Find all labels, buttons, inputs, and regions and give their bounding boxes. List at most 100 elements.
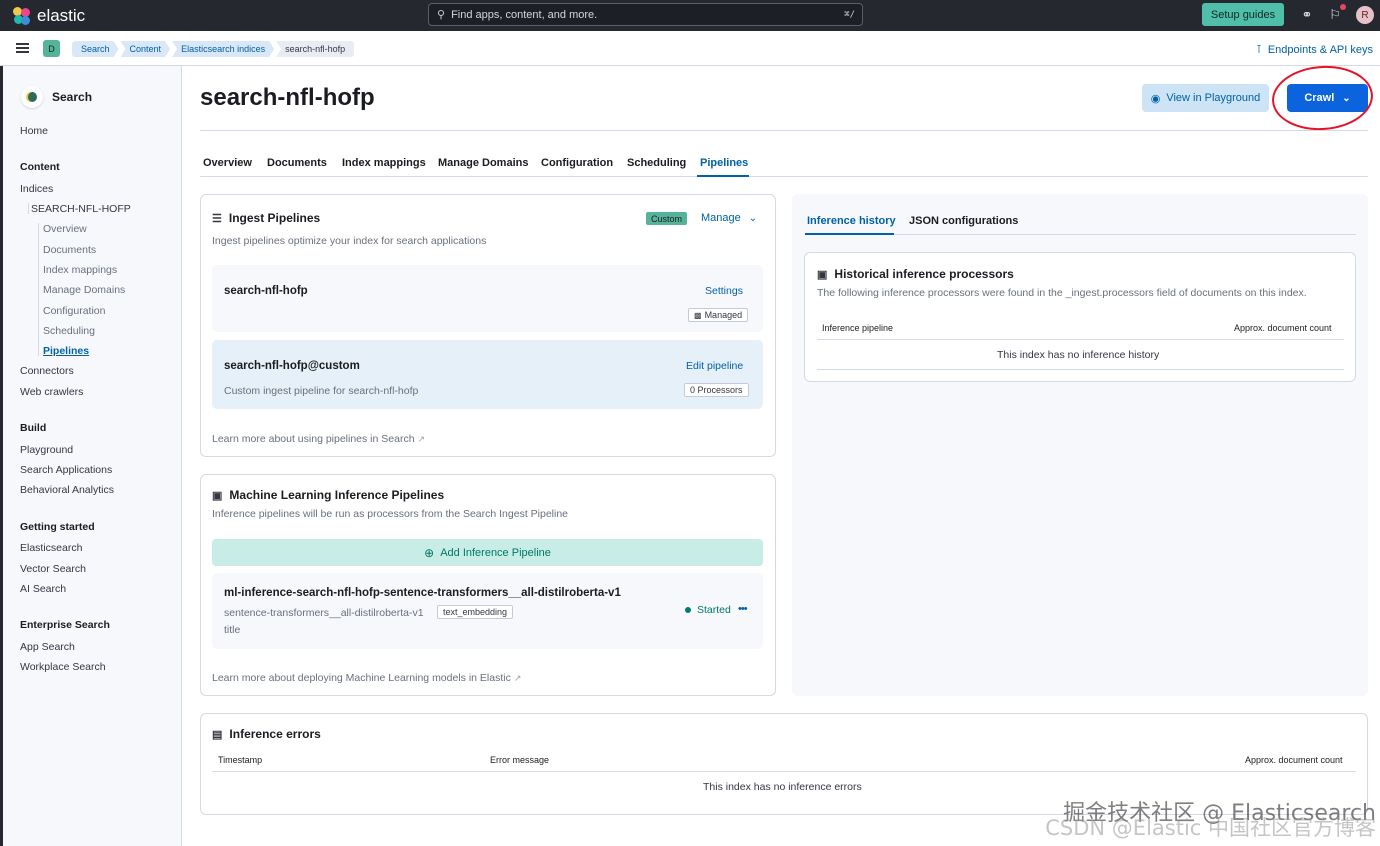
tab-manage-domains[interactable]: Manage Domains xyxy=(438,157,528,169)
nav-connectors[interactable]: Connectors xyxy=(20,365,74,377)
pipeline-settings-link[interactable]: Settings xyxy=(705,285,743,297)
global-search-input[interactable]: ⚲ Find apps, content, and more. ⌘/ xyxy=(428,3,863,26)
side-nav-title-text: Search xyxy=(52,90,93,104)
nav-playground[interactable]: Playground xyxy=(20,444,73,456)
inference-errors-title-text: Inference errors xyxy=(229,727,321,741)
notification-dot xyxy=(1340,4,1346,10)
space-avatar[interactable]: D xyxy=(43,40,60,57)
annotation-circle xyxy=(1269,62,1376,134)
watermark-csdn: CSDN @Elastic 中国社区官方博客 xyxy=(1045,816,1376,840)
edit-pipeline-link[interactable]: Edit pipeline xyxy=(686,360,743,372)
active-tab-indicator xyxy=(805,233,894,235)
search-placeholder: Find apps, content, and more. xyxy=(451,8,598,21)
tab-index-mappings[interactable]: Index mappings xyxy=(342,157,426,169)
nav-index-configuration[interactable]: Configuration xyxy=(43,305,105,317)
column-header-doc-count[interactable]: Approx. document count xyxy=(1234,323,1332,333)
nav-app-search[interactable]: App Search xyxy=(20,641,75,653)
nav-index-name[interactable]: SEARCH-NFL-HOFP xyxy=(31,203,131,215)
nav-web-crawlers[interactable]: Web crawlers xyxy=(20,386,83,398)
nav-index-scheduling[interactable]: Scheduling xyxy=(43,325,95,337)
nav-workplace-search[interactable]: Workplace Search xyxy=(20,661,106,673)
nav-ai-search[interactable]: AI Search xyxy=(20,583,66,595)
chip-icon: ▣ xyxy=(212,489,223,502)
nav-heading-build: Build xyxy=(20,422,47,434)
view-in-playground-button[interactable]: ◉ View in Playground xyxy=(1142,84,1269,112)
learn-more-ml-link[interactable]: Learn more about deploying Machine Learn… xyxy=(212,672,521,684)
pipeline-icon: ☰ xyxy=(212,212,222,225)
inference-errors-title: ▤ Inference errors xyxy=(212,727,321,741)
tab-json-configurations[interactable]: JSON configurations xyxy=(909,215,1018,227)
nav-index-pipelines[interactable]: Pipelines xyxy=(43,345,89,357)
nav-index-documents[interactable]: Documents xyxy=(43,244,96,256)
nav-indices[interactable]: Indices xyxy=(20,183,53,195)
brand-name: elastic xyxy=(37,5,86,25)
nav-index-manage-domains[interactable]: Manage Domains xyxy=(43,284,125,296)
search-solution-icon xyxy=(21,86,43,108)
tab-pipelines[interactable]: Pipelines xyxy=(700,157,748,169)
endpoints-label: Endpoints & API keys xyxy=(1267,43,1373,56)
search-shortcut: ⌘/ xyxy=(844,9,855,20)
table-header-rule xyxy=(212,771,1356,772)
tree-line xyxy=(28,203,29,214)
column-header-doc-count[interactable]: Approx. document count xyxy=(1245,755,1343,765)
manage-dropdown[interactable]: Manage ⌄ xyxy=(701,212,757,224)
chip-icon: ▣ xyxy=(817,268,828,281)
tree-line xyxy=(38,223,39,356)
ml-inference-title-text: Machine Learning Inference Pipelines xyxy=(229,488,445,502)
divider xyxy=(200,130,1368,131)
inference-pipeline-name[interactable]: ml-inference-search-nfl-hofp-sentence-tr… xyxy=(224,587,621,599)
help-icon[interactable]: ⚭ xyxy=(1299,7,1315,23)
nav-heading-getting-started: Getting started xyxy=(20,521,95,533)
page-title: search-nfl-hofp xyxy=(200,84,375,111)
external-link-icon: ↗ xyxy=(513,673,522,683)
more-actions-icon[interactable]: ••• xyxy=(738,603,748,615)
eye-icon: ◉ xyxy=(1150,92,1161,105)
plus-circle-icon: ⊕ xyxy=(424,545,435,560)
lock-icon: ▩ xyxy=(694,310,702,320)
managed-badge: ▩ Managed xyxy=(688,308,749,322)
breadcrumb-content[interactable]: Content xyxy=(121,41,171,57)
tab-configuration[interactable]: Configuration xyxy=(541,157,613,169)
tab-inference-history[interactable]: Inference history xyxy=(807,215,896,227)
nav-index-overview[interactable]: Overview xyxy=(43,223,87,235)
breadcrumb-search[interactable]: Search xyxy=(72,41,119,57)
user-avatar[interactable]: R xyxy=(1356,6,1374,24)
endpoints-api-keys-link[interactable]: ⊺ Endpoints & API keys xyxy=(1256,43,1373,57)
breadcrumb: Search Content Elasticsearch indices sea… xyxy=(72,41,356,57)
learn-more-pipelines-link[interactable]: Learn more about using pipelines in Sear… xyxy=(212,433,425,445)
document-icon: ▤ xyxy=(212,728,223,741)
column-header-inference-pipeline[interactable]: Inference pipeline xyxy=(822,323,893,333)
nav-behavioral-analytics[interactable]: Behavioral Analytics xyxy=(20,484,114,496)
nav-search-applications[interactable]: Search Applications xyxy=(20,464,112,476)
column-header-error-message[interactable]: Error message xyxy=(490,755,549,765)
nav-index-mappings[interactable]: Index mappings xyxy=(43,264,117,276)
elastic-logo-icon xyxy=(13,6,31,25)
table-row-rule xyxy=(817,369,1344,370)
nav-vector-search[interactable]: Vector Search xyxy=(20,563,86,575)
nav-heading-content: Content xyxy=(20,161,60,173)
table-header-rule xyxy=(817,339,1344,340)
add-inference-pipeline-label: Add Inference Pipeline xyxy=(440,546,551,559)
menu-icon[interactable] xyxy=(16,43,29,53)
tab-overview[interactable]: Overview xyxy=(203,157,252,169)
nav-home[interactable]: Home xyxy=(20,125,48,137)
pipeline-status: Started xyxy=(697,604,731,616)
tab-scheduling[interactable]: Scheduling xyxy=(627,157,686,169)
breadcrumb-elasticsearch-indices[interactable]: Elasticsearch indices xyxy=(172,41,274,57)
add-inference-pipeline-button[interactable]: ⊕ Add Inference Pipeline xyxy=(212,539,763,566)
pipeline-card-custom xyxy=(212,340,763,409)
elastic-logo[interactable]: elastic xyxy=(13,6,85,26)
external-link-icon: ↗ xyxy=(417,434,426,444)
tab-documents[interactable]: Documents xyxy=(267,157,327,169)
inference-errors-empty: This index has no inference errors xyxy=(703,781,862,793)
custom-badge: Custom xyxy=(646,212,688,225)
pipeline-card-managed xyxy=(212,265,763,332)
view-in-playground-label: View in Playground xyxy=(1166,92,1261,104)
nav-elasticsearch[interactable]: Elasticsearch xyxy=(20,542,82,554)
historical-processors-title-text: Historical inference processors xyxy=(834,267,1014,281)
pipeline-name: search-nfl-hofp@custom xyxy=(224,360,360,372)
setup-guides-button[interactable]: Setup guides xyxy=(1202,3,1284,26)
top-nav-bar: elastic ⚲ Find apps, content, and more. … xyxy=(0,0,1380,31)
active-tab-indicator xyxy=(697,175,749,177)
column-header-timestamp[interactable]: Timestamp xyxy=(218,755,262,765)
